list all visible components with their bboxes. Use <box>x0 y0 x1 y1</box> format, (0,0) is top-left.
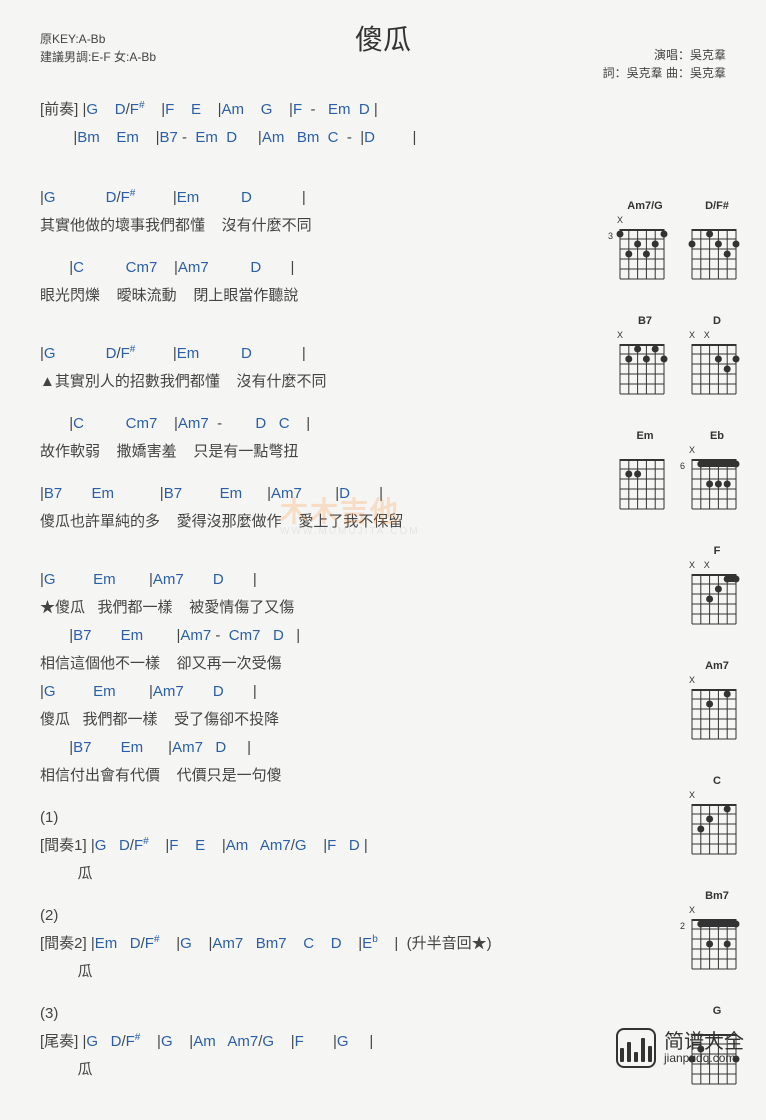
performer-line: 演唱：吳克羣 <box>603 46 726 64</box>
interlude2-lyric: 瓜 <box>40 960 606 984</box>
verse2-chords-1: |G D/F# |Em D | <box>40 342 606 366</box>
chorus-chords-4: |B7 Em |Am7 D | <box>40 736 606 760</box>
chorus-lyrics-1: ★傻瓜 我們都一樣 被愛情傷了又傷 <box>40 596 606 620</box>
verse2-chords-2: |C Cm7 |Am7 - D C | <box>40 412 606 436</box>
intro-line-1: [前奏] |G D/F# |F E |Am G |F - Em D | <box>40 98 606 122</box>
chorus-lyrics-2: 相信這個他不一樣 卻又再一次受傷 <box>40 652 606 676</box>
outro-lyric: 瓜 <box>40 1058 606 1082</box>
chorus-lyrics-3: 傻瓜 我們都一樣 受了傷卻不投降 <box>40 708 606 732</box>
writer-line: 詞：吳克羣 曲：吳克羣 <box>603 64 726 82</box>
footer-title: 简谱大全 <box>664 1032 744 1052</box>
interlude1-lyric: 瓜 <box>40 862 606 886</box>
verse2-lyrics-1: ▲其實別人的招數我們都懂 沒有什麼不同 <box>40 370 606 394</box>
verse1-chords-1: |G D/F# |Em D | <box>40 186 606 210</box>
chord-diagram-Am7: Am7 X <box>688 660 746 747</box>
original-key: 原KEY:A-Bb <box>40 30 156 48</box>
verse1-lyrics-2: 眼光閃爍 曖昧流動 閉上眼當作聽說 <box>40 284 606 308</box>
chord-diagram-Bm7: Bm7 X 2 <box>688 890 746 977</box>
chord-diagram-F: F XX <box>688 545 746 632</box>
chorus-chords-3: |G Em |Am7 D | <box>40 680 606 704</box>
marker-2: (2) <box>40 904 606 928</box>
outro-chords: [尾奏] |G D/F# |G |Am Am7/G |F |G | <box>40 1030 606 1054</box>
interlude2-chords: [間奏2] |Em D/F# |G |Am7 Bm7 C D |Eb | (升半… <box>40 932 606 956</box>
chord-diagram-Eb: Eb X 6 <box>688 430 746 517</box>
interlude1-chords: [間奏1] |G D/F# |F E |Am Am7/G |F D | <box>40 834 606 858</box>
chord-diagram-D: D XX <box>688 315 746 402</box>
chorus-lyrics-4: 相信付出會有代價 代價只是一句傻 <box>40 764 606 788</box>
footer-url: jianpudq.com <box>664 1052 744 1064</box>
credits: 演唱：吳克羣 詞：吳克羣 曲：吳克羣 <box>603 46 726 82</box>
suggested-key: 建議男調:E-F 女:A-Bb <box>40 48 156 66</box>
marker-3: (3) <box>40 1002 606 1026</box>
verse1-lyrics-1: 其實他做的壞事我們都懂 沒有什麼不同 <box>40 214 606 238</box>
verse2-lyrics-2: 故作軟弱 撒嬌害羞 只是有一點彆扭 <box>40 440 606 464</box>
marker-1: (1) <box>40 806 606 830</box>
chord-diagram-Am7/G: Am7/G X 3 <box>616 200 674 287</box>
verse1-chords-2: |C Cm7 |Am7 D | <box>40 256 606 280</box>
chord-diagram-C: C X <box>688 775 746 862</box>
footer-logo: 简谱大全 jianpudq.com <box>616 1028 744 1068</box>
chord-diagram-B7: B7 X <box>616 315 674 402</box>
chord-diagram-D/F#: D/F# <box>688 200 746 287</box>
chord-diagrams: Am7/G X 3 D/F# B7 X D XX Em Eb X 6 F XX … <box>606 200 746 1120</box>
chord-diagram-Em: Em <box>616 430 674 517</box>
pre-lyrics: 傻瓜也許單純的多 愛得沒那麼做作 愛上了我不保留 <box>40 510 606 534</box>
chorus-chords-1: |G Em |Am7 D | <box>40 568 606 592</box>
chorus-chords-2: |B7 Em |Am7 - Cm7 D | <box>40 624 606 648</box>
pre-chords: |B7 Em |B7 Em |Am7 |D | <box>40 482 606 506</box>
meta-key-info: 原KEY:A-Bb 建議男調:E-F 女:A-Bb <box>40 30 156 66</box>
piano-icon <box>616 1028 656 1068</box>
intro-line-2: |Bm Em |B7 - Em D |Am Bm C - |D | <box>40 126 606 150</box>
